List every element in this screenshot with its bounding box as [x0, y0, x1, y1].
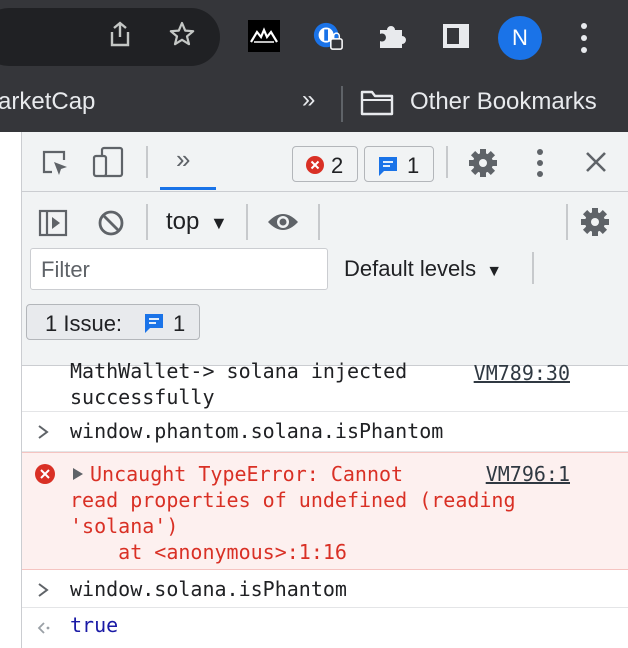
console-message-result: true — [22, 608, 628, 644]
side-panel-icon[interactable] — [440, 20, 472, 52]
devtools-panel: » 2 1 top ▼ Filter Default levels ▼ 1 Is… — [22, 132, 628, 648]
message-count: 1 — [407, 153, 420, 178]
active-tab-indicator — [160, 187, 216, 190]
inspect-element-icon[interactable] — [40, 148, 70, 178]
result-arrow-icon — [37, 622, 50, 634]
more-tabs-chevron: » — [176, 144, 191, 174]
extensions-puzzle-icon[interactable] — [376, 20, 408, 52]
issues-button[interactable]: 1 Issue: 1 — [26, 304, 200, 340]
password-manager-extension-icon[interactable] — [312, 20, 344, 52]
console-output: MathWallet-> solana injected successfull… — [22, 348, 628, 648]
live-expression-eye-icon[interactable] — [266, 210, 300, 234]
toolbar-divider — [566, 204, 568, 240]
message-count-badge[interactable]: 1 — [364, 146, 434, 182]
bookmarks-overflow-button[interactable]: » — [302, 86, 315, 114]
log-text-line: successfully — [70, 385, 215, 409]
settings-gear-icon[interactable] — [468, 148, 498, 178]
result-value: true — [70, 613, 119, 637]
issue-message-icon — [145, 314, 163, 333]
device-toolbar-icon[interactable] — [92, 146, 126, 178]
error-icon — [35, 464, 55, 484]
devtools-menu-icon[interactable] — [530, 148, 550, 178]
bookmarks-divider — [341, 86, 343, 122]
page-content-strip — [0, 132, 22, 648]
devtools-tab-bar: » 2 1 — [22, 132, 628, 192]
show-sidebar-icon[interactable] — [38, 208, 68, 238]
error-text-line: Uncaught TypeError: Cannot — [90, 462, 404, 486]
filter-placeholder: Filter — [41, 257, 90, 282]
source-link[interactable]: VM796:1 — [486, 461, 570, 487]
input-expression: window.phantom.solana.isPhantom — [70, 419, 444, 443]
close-icon[interactable] — [584, 150, 608, 174]
error-stack-line: at <anonymous>:1:16 — [70, 540, 347, 564]
clear-console-icon[interactable] — [96, 208, 126, 238]
bookmark-star-icon[interactable] — [168, 20, 196, 48]
folder-icon — [360, 90, 394, 116]
toolbar-divider — [532, 252, 534, 284]
screenshot-root: N arketCap » Other Bookmarks » 2 1 top ▼… — [0, 0, 628, 648]
console-message-error: Uncaught TypeError: Cannot read properti… — [22, 452, 628, 570]
log-levels-dropdown[interactable]: Default levels ▼ — [344, 256, 502, 282]
dropdown-arrow-icon: ▼ — [486, 263, 503, 280]
console-toolbar: top ▼ Filter Default levels ▼ 1 Issue: 1 — [22, 192, 628, 366]
bookmark-coinmarketcap[interactable]: arketCap — [0, 88, 95, 116]
toolbar-divider — [146, 146, 148, 178]
levels-label: Default levels — [344, 256, 477, 281]
profile-avatar[interactable]: N — [498, 16, 542, 60]
console-settings-gear-icon[interactable] — [580, 207, 610, 237]
console-message-log: MathWallet-> solana injected successfull… — [22, 352, 628, 412]
error-text-line: read properties of undefined (reading — [70, 488, 516, 512]
toolbar-divider — [146, 204, 148, 240]
input-prompt-icon — [38, 583, 49, 597]
mathwallet-extension-icon[interactable] — [248, 20, 280, 52]
issues-label: 1 Issue: — [45, 311, 123, 336]
input-prompt-icon — [38, 425, 49, 439]
error-count: 2 — [331, 153, 344, 178]
input-expression: window.solana.isPhantom — [70, 577, 347, 601]
message-icon — [379, 157, 397, 176]
toolbar-divider — [446, 146, 448, 178]
dropdown-arrow-icon: ▼ — [210, 213, 228, 233]
toolbar-divider — [318, 204, 320, 240]
issues-count: 1 — [173, 311, 186, 336]
other-bookmarks-folder[interactable]: Other Bookmarks — [410, 88, 597, 116]
console-message-input: window.solana.isPhantom — [22, 570, 628, 608]
context-label: top — [166, 208, 200, 235]
error-text-line: 'solana') — [70, 514, 179, 538]
bookmarks-bar: arketCap » Other Bookmarks — [0, 76, 628, 132]
error-icon — [306, 156, 324, 174]
source-link[interactable]: VM789:30 — [474, 360, 570, 386]
share-icon[interactable] — [106, 20, 134, 48]
filter-input[interactable]: Filter — [30, 248, 328, 290]
browser-toolbar: N — [0, 0, 628, 76]
expand-triangle-icon[interactable] — [72, 467, 84, 481]
console-message-input: window.phantom.solana.isPhantom — [22, 412, 628, 452]
log-text-line: MathWallet-> solana injected — [70, 359, 408, 383]
more-tabs-button[interactable]: » — [160, 142, 216, 192]
error-count-badge[interactable]: 2 — [292, 146, 358, 182]
context-selector[interactable]: top ▼ — [166, 208, 228, 236]
browser-menu-icon[interactable] — [574, 20, 594, 56]
toolbar-divider — [246, 204, 248, 240]
